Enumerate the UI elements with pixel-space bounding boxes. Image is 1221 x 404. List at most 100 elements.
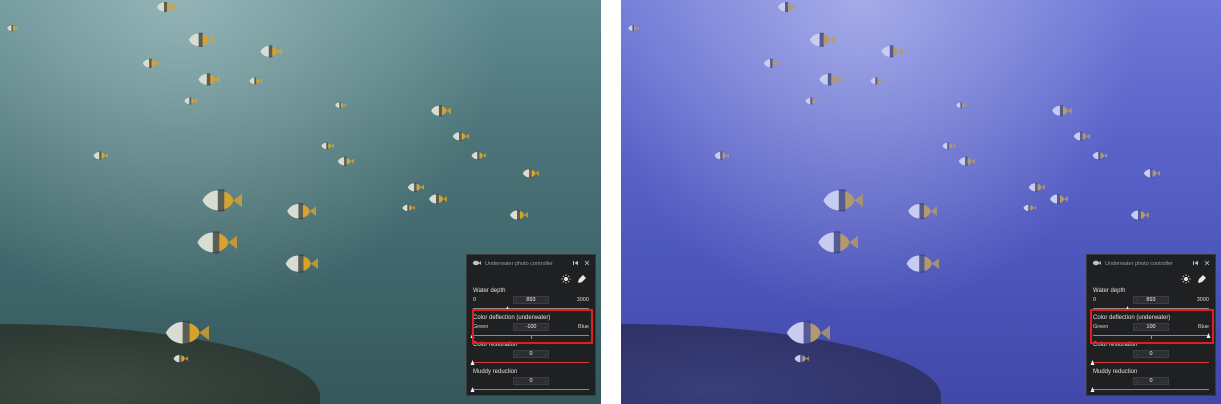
color-deflection-right-label: Blue (1197, 324, 1209, 330)
increment-arrow-icon[interactable]: › (545, 325, 546, 330)
fish (782, 316, 830, 350)
fish (198, 185, 242, 216)
fish (804, 96, 818, 106)
color-deflection-spinbox[interactable]: ‹ 100 › (1133, 323, 1169, 331)
fish (521, 167, 539, 180)
decrement-arrow-icon[interactable]: ‹ (516, 325, 517, 330)
increment-arrow-icon[interactable]: › (1165, 352, 1166, 357)
color-restoration-slider[interactable] (470, 360, 589, 366)
fish (957, 155, 975, 168)
fish (334, 101, 346, 109)
increment-arrow-icon[interactable]: › (545, 379, 546, 384)
sun-icon[interactable] (1181, 274, 1191, 286)
decrement-arrow-icon[interactable]: ‹ (1136, 352, 1137, 357)
fish (401, 203, 415, 213)
fish (508, 208, 528, 222)
color-restoration-thumb[interactable] (470, 360, 475, 365)
water-depth-thumb[interactable] (1125, 306, 1130, 311)
eyedropper-icon[interactable] (1197, 274, 1207, 286)
muddy-reduction-thumb[interactable] (470, 387, 475, 392)
pin-icon[interactable] (573, 260, 580, 268)
eyedropper-icon[interactable] (577, 274, 587, 286)
fish (406, 181, 424, 194)
fish (793, 353, 809, 364)
color-restoration-slider[interactable] (1090, 360, 1209, 366)
water-depth-section: Water depth 0 ‹ 893 › 3000 (1087, 287, 1215, 312)
increment-arrow-icon[interactable]: › (545, 352, 546, 357)
decrement-arrow-icon[interactable]: ‹ (516, 298, 517, 303)
fish (6, 24, 18, 32)
water-depth-min: 0 (473, 297, 477, 303)
color-restoration-spinbox[interactable]: ‹ 0 › (513, 350, 549, 358)
fish (1048, 192, 1068, 206)
water-depth-slider[interactable] (473, 306, 589, 312)
fish (627, 24, 639, 32)
muddy-reduction-spinbox[interactable]: ‹ 0 › (513, 377, 549, 385)
water-depth-thumb[interactable] (505, 306, 510, 311)
increment-arrow-icon[interactable]: › (1165, 379, 1166, 384)
fish (817, 71, 841, 88)
decrement-arrow-icon[interactable]: ‹ (1136, 379, 1137, 384)
color-deflection-value: -100 (525, 324, 537, 330)
decrement-arrow-icon[interactable]: ‹ (1136, 298, 1137, 303)
fish (905, 200, 937, 222)
pin-icon[interactable] (1193, 260, 1200, 268)
color-deflection-thumb[interactable] (470, 333, 475, 338)
fish (282, 251, 318, 276)
color-deflection-thumb[interactable] (1206, 333, 1211, 338)
increment-arrow-icon[interactable]: › (1165, 325, 1166, 330)
decrement-arrow-icon[interactable]: ‹ (516, 379, 517, 384)
color-restoration-value: 0 (529, 351, 533, 357)
muddy-reduction-thumb[interactable] (1090, 387, 1095, 392)
fish (92, 150, 108, 161)
color-restoration-label: Color restoration (473, 342, 518, 348)
water-depth-spinbox[interactable]: ‹ 893 › (513, 296, 549, 304)
fish (336, 155, 354, 168)
panel-title: Underwater photo controller (485, 261, 553, 267)
fish (284, 200, 316, 222)
color-deflection-section: Color deflection (underwater) Green ‹ 100… (1087, 314, 1215, 339)
fish (183, 96, 197, 106)
decrement-arrow-icon[interactable]: ‹ (516, 352, 517, 357)
color-deflection-slider[interactable] (470, 333, 589, 339)
color-deflection-spinbox[interactable]: ‹ -100 › (513, 323, 549, 331)
fish (186, 30, 214, 50)
decrement-arrow-icon[interactable]: ‹ (1136, 325, 1137, 330)
fish (320, 141, 334, 151)
underwater-controller-panel: Underwater photo controller Water depth … (1086, 254, 1216, 396)
tool-icons (1087, 273, 1215, 287)
sun-icon[interactable] (561, 274, 571, 286)
muddy-reduction-spinbox[interactable]: ‹ 0 › (1133, 377, 1169, 385)
muddy-reduction-value: 0 (1149, 378, 1153, 384)
fish (172, 353, 188, 364)
fish (1129, 208, 1149, 222)
water-depth-max: 3000 (576, 297, 589, 303)
underwater-controller-panel: Underwater photo controller Water depth … (466, 254, 596, 396)
color-restoration-section: Color restoration ‹ 0 › (467, 341, 595, 366)
fish (1072, 130, 1090, 143)
increment-arrow-icon[interactable]: › (1165, 298, 1166, 303)
muddy-reduction-slider[interactable] (470, 387, 589, 393)
fish (427, 192, 447, 206)
fish-icon (1092, 260, 1101, 268)
fish (869, 76, 883, 86)
water-depth-section: Water depth 0 ‹ 893 › 3000 (467, 287, 595, 312)
color-restoration-spinbox[interactable]: ‹ 0 › (1133, 350, 1169, 358)
fish (470, 150, 486, 161)
muddy-reduction-label: Muddy reduction (1093, 369, 1138, 375)
fish (161, 316, 209, 350)
muddy-reduction-slider[interactable] (1090, 387, 1209, 393)
fish (451, 130, 469, 143)
muddy-reduction-label: Muddy reduction (473, 369, 518, 375)
increment-arrow-icon[interactable]: › (545, 298, 546, 303)
fish (258, 43, 282, 60)
water-depth-slider[interactable] (1093, 306, 1209, 312)
color-restoration-thumb[interactable] (1090, 360, 1095, 365)
panel-titlebar: Underwater photo controller (1087, 255, 1215, 273)
water-depth-spinbox[interactable]: ‹ 893 › (1133, 296, 1169, 304)
water-depth-min: 0 (1093, 297, 1097, 303)
close-icon[interactable] (584, 260, 590, 268)
color-deflection-slider[interactable] (1093, 333, 1211, 339)
close-icon[interactable] (1204, 260, 1210, 268)
color-restoration-value: 0 (1149, 351, 1153, 357)
